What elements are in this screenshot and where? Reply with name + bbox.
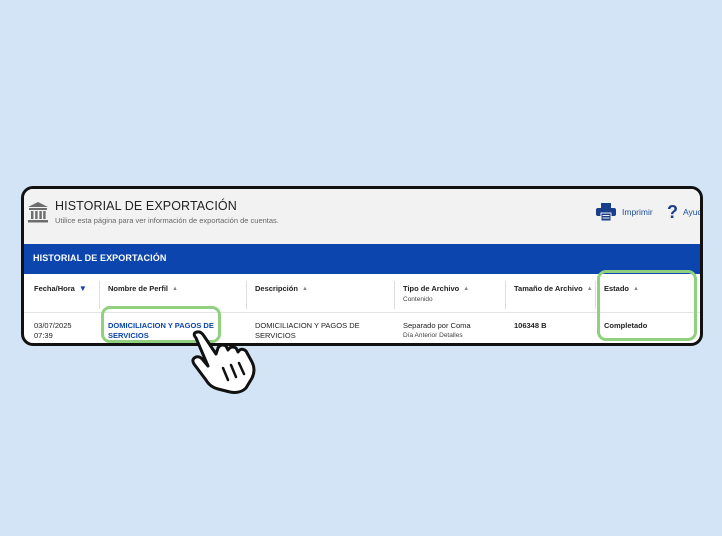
date-text: 03/07/2025 [34, 321, 72, 330]
column-header-profile[interactable]: Nombre de Perfil ▲ [108, 284, 178, 293]
column-subheader-content: Contenido [403, 296, 433, 303]
cell-file-type: Separado por Coma Día Anterior Detalles [403, 321, 471, 341]
help-button[interactable]: ? Ayuda [667, 201, 703, 223]
column-divider [505, 281, 506, 309]
cell-date: 03/07/2025 07:39 [34, 321, 72, 341]
column-header-file-type[interactable]: Tipo de Archivo ▲ [403, 284, 469, 293]
sort-desc-icon: ▼ [78, 284, 87, 293]
page-header: HISTORIAL DE EXPORTACIÓN Utilice esta pá… [24, 189, 700, 244]
print-button[interactable]: Imprimir [596, 202, 653, 222]
column-divider [595, 281, 596, 309]
column-divider [99, 281, 100, 309]
section-title: HISTORIAL DE EXPORTACIÓN [33, 253, 167, 263]
column-header-file-size[interactable]: Tamaño de Archivo ▲ [514, 284, 593, 293]
content-text: Día Anterior Detalles [403, 332, 463, 339]
column-label: Tipo de Archivo [403, 284, 460, 293]
column-header-description[interactable]: Descripción ▲ [255, 284, 308, 293]
description-line: SERVICIOS [255, 331, 296, 340]
cell-description: DOMICILIACION Y PAGOS DE SERVICIOS [255, 321, 360, 341]
column-label: Nombre de Perfil [108, 284, 169, 293]
bank-icon [28, 202, 48, 223]
question-icon: ? [667, 202, 678, 222]
column-label: Tamaño de Archivo [514, 284, 583, 293]
print-label: Imprimir [622, 207, 653, 217]
sort-asc-icon: ▲ [301, 285, 308, 292]
sort-asc-icon: ▲ [172, 285, 178, 292]
page-subtitle: Utilice esta página para ver información… [55, 216, 279, 225]
time-text: 07:39 [34, 331, 53, 340]
export-history-panel: HISTORIAL DE EXPORTACIÓN Utilice esta pá… [21, 186, 703, 346]
column-label: Descripción [255, 284, 298, 293]
column-label: Fecha/Hora [34, 284, 75, 293]
column-header-date[interactable]: Fecha/Hora ▼ [34, 284, 87, 293]
highlight-status [597, 270, 697, 341]
column-divider [246, 281, 247, 309]
hand-pointer-icon [191, 330, 256, 394]
section-banner: HISTORIAL DE EXPORTACIÓN [24, 244, 700, 274]
help-label: Ayuda [683, 207, 703, 217]
printer-icon [596, 203, 616, 221]
page-title: HISTORIAL DE EXPORTACIÓN [55, 199, 237, 213]
cell-file-size: 106348 B [514, 321, 547, 330]
file-type-text: Separado por Coma [403, 321, 471, 330]
column-divider [394, 281, 395, 309]
sort-asc-icon: ▲ [463, 285, 470, 292]
description-line: DOMICILIACION Y PAGOS DE [255, 321, 360, 330]
sort-asc-icon: ▲ [586, 285, 593, 292]
